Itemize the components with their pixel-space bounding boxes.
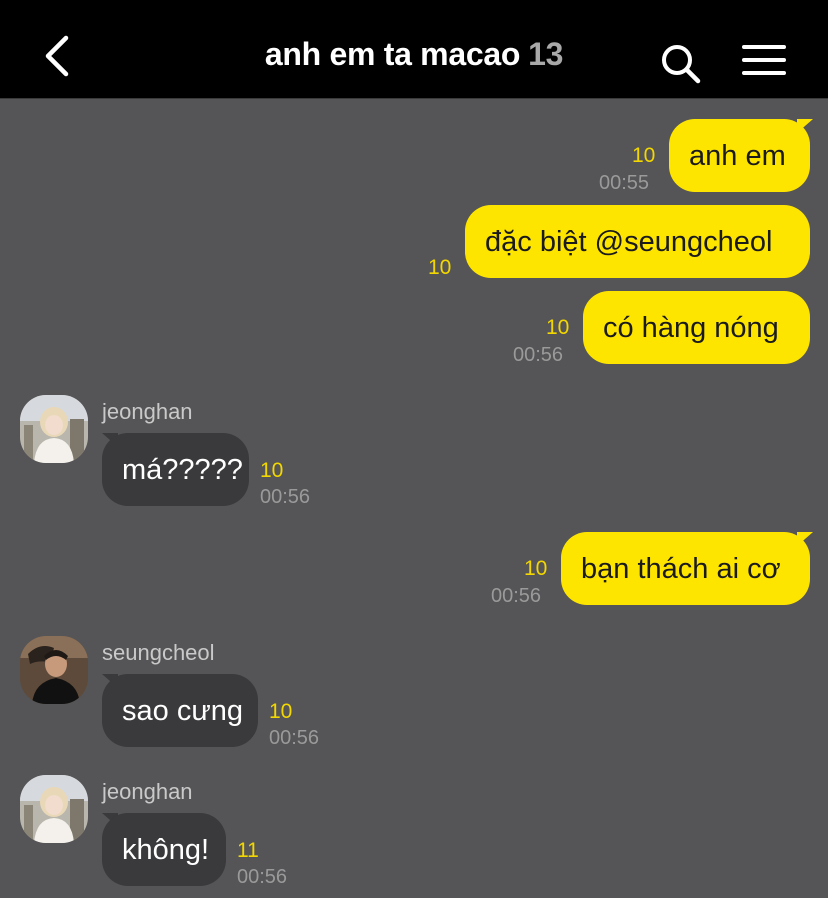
my-message-bubble[interactable]: có hàng nóng bbox=[583, 291, 810, 364]
message-time: 00:56 bbox=[513, 344, 564, 366]
menu-button[interactable] bbox=[740, 40, 788, 80]
message-time: 00:56 bbox=[269, 727, 320, 749]
search-button[interactable] bbox=[658, 40, 704, 86]
my-message-bubble[interactable]: bạn thách ai cơ bbox=[561, 532, 810, 605]
search-icon bbox=[662, 45, 701, 84]
message-time: 00:55 bbox=[599, 172, 650, 194]
sender-name: seungcheol bbox=[102, 640, 215, 665]
message-text: sao cưng bbox=[122, 694, 243, 727]
unread-count: 10 bbox=[428, 256, 452, 279]
message-text: bạn thách ai cơ bbox=[581, 552, 781, 585]
my-message-bubble[interactable]: đặc biệt @seungcheol bbox=[465, 205, 810, 278]
jeonghan-avatar-image bbox=[20, 775, 88, 843]
my-message-bubble[interactable]: anh em bbox=[669, 119, 810, 192]
message-time: 00:56 bbox=[237, 866, 288, 888]
message-text: có hàng nóng bbox=[603, 311, 779, 344]
sender-name: jeonghan bbox=[102, 399, 193, 424]
other-message-bubble[interactable]: má????? bbox=[102, 433, 249, 506]
avatar-jeonghan[interactable] bbox=[20, 395, 88, 463]
message-text: không! bbox=[122, 833, 210, 866]
unread-count: 10 bbox=[524, 557, 548, 580]
unread-count: 10 bbox=[632, 144, 656, 167]
jeonghan-avatar-image bbox=[20, 395, 88, 463]
other-message-bubble[interactable]: không! bbox=[102, 813, 226, 886]
unread-count: 11 bbox=[237, 839, 259, 862]
message-time: 00:56 bbox=[491, 585, 542, 607]
hamburger-menu-icon bbox=[742, 45, 786, 75]
member-count: 13 bbox=[528, 36, 564, 72]
unread-count: 10 bbox=[260, 459, 284, 482]
sender-name: jeonghan bbox=[102, 779, 193, 804]
message-text: đặc biệt @seungcheol bbox=[485, 225, 773, 258]
other-message-bubble[interactable]: sao cưng bbox=[102, 674, 258, 747]
chat-header: anh em ta macao 13 bbox=[0, 0, 828, 99]
chat-room-name: anh em ta macao bbox=[264, 36, 521, 72]
unread-count: 10 bbox=[269, 700, 293, 723]
message-text: má????? bbox=[122, 453, 243, 486]
avatar-seungcheol[interactable] bbox=[20, 636, 88, 704]
message-time: 00:56 bbox=[260, 486, 311, 508]
message-text: anh em bbox=[689, 139, 786, 172]
unread-count: 10 bbox=[546, 316, 570, 339]
avatar-jeonghan[interactable] bbox=[20, 775, 88, 843]
seungcheol-avatar-image bbox=[20, 636, 88, 704]
